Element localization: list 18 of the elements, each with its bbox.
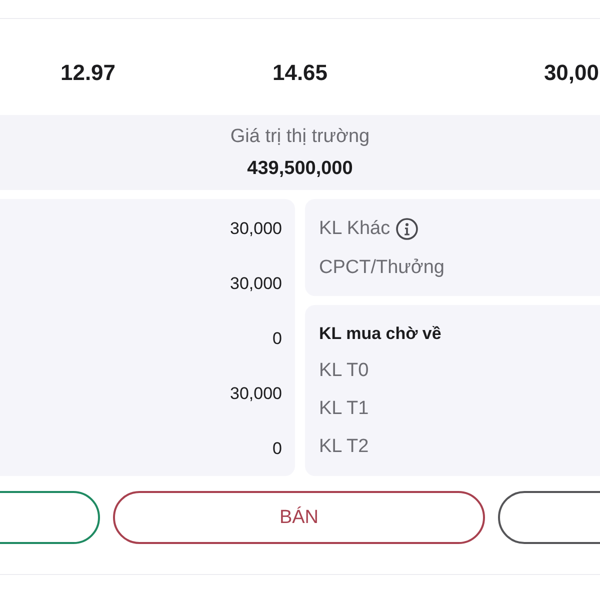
market-value-label: Giá trị thị trường <box>230 125 370 149</box>
pending-purchase-title: KL mua chờ về <box>319 323 442 345</box>
info-icon[interactable] <box>396 218 418 240</box>
quantity-label: KL Khác <box>319 217 390 241</box>
summary-value: 30,00 <box>544 60 600 86</box>
quantity-value: 30,000 <box>230 218 282 240</box>
quantity-label: CPCT/Thưởng <box>319 256 444 280</box>
quantity-value: 30,000 <box>230 383 282 405</box>
settlement-label: KL T1 <box>319 397 369 421</box>
summary-value: 14.65 <box>272 60 328 86</box>
settlement-label: KL T2 <box>319 435 369 459</box>
settlement-label: KL T0 <box>319 359 369 383</box>
summary-value: 12.97 <box>60 60 116 86</box>
quantity-value: 30,000 <box>230 273 282 295</box>
quantity-value: 0 <box>272 438 282 460</box>
sell-button[interactable]: BÁN <box>113 491 485 544</box>
quantity-value: 0 <box>272 328 282 350</box>
market-value: 439,500,000 <box>247 157 353 181</box>
